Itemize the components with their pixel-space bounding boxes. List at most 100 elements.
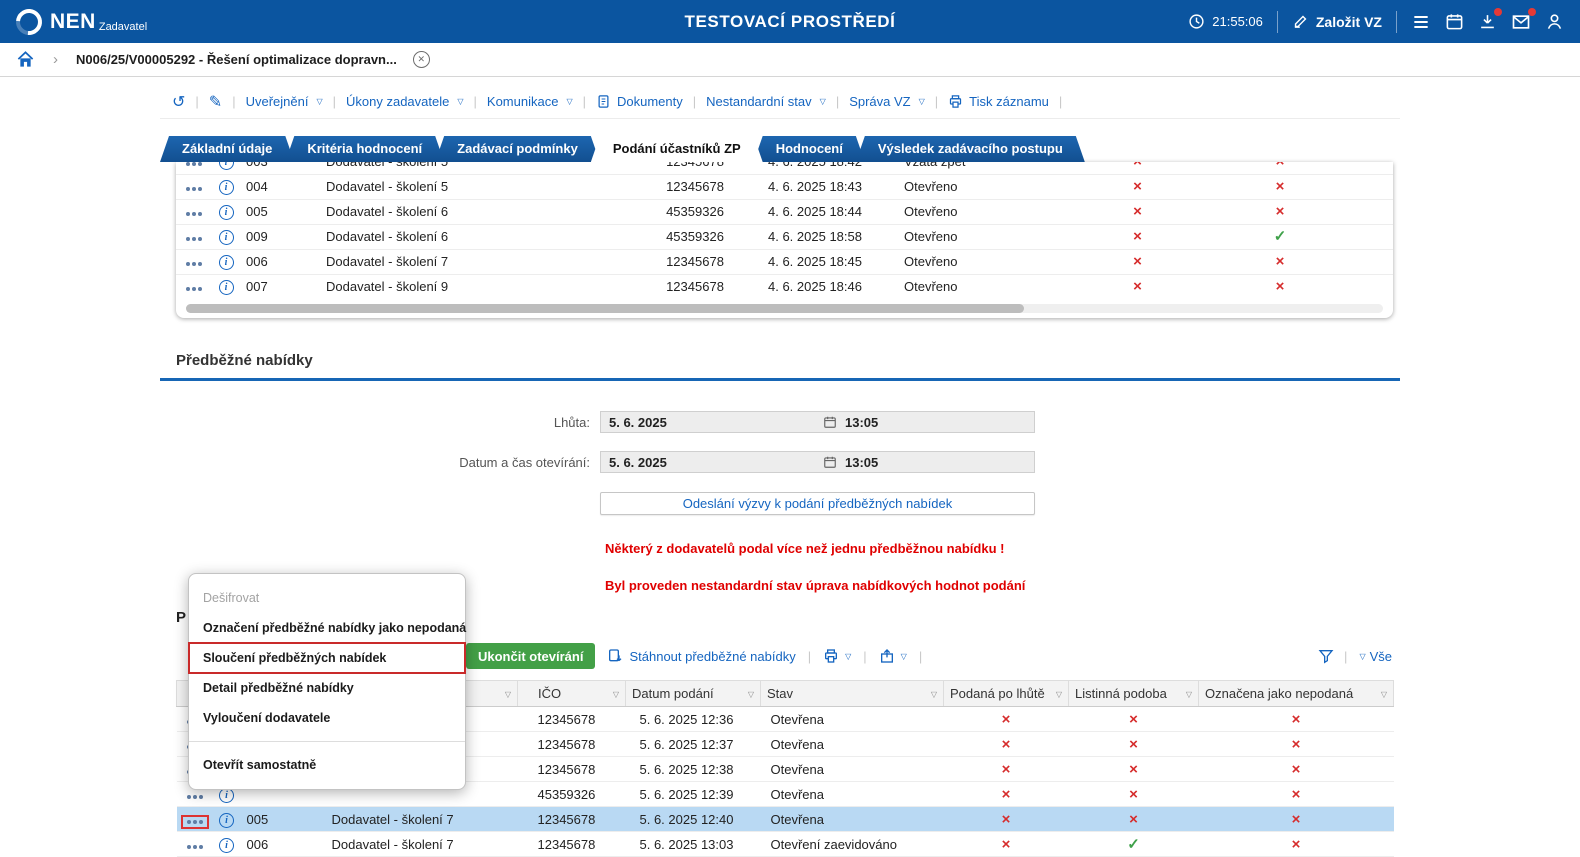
x-mark: × [1292,711,1301,728]
download-prelim-offers-link[interactable]: Stáhnout předběžné nabídky [607,648,795,664]
info-icon[interactable]: i [219,255,234,270]
cell-after-deadline: × [944,782,1069,807]
send-call-button[interactable]: Odeslání výzvy k podání předběžných nabí… [600,492,1035,515]
x-mark: × [1133,178,1142,195]
info-icon[interactable]: i [219,180,234,195]
clock-time: 21:55:06 [1212,14,1263,29]
print-button[interactable]: ▽ [823,648,851,664]
cell-info: i [212,174,240,199]
refresh-icon[interactable]: ↺ [172,92,185,112]
create-vz-button[interactable]: Založit VZ [1292,13,1382,30]
table-row[interactable]: i006Dodavatel - školení 7123456785. 6. 2… [177,832,1394,857]
context-menu-item[interactable]: Detail předběžné nabídky [189,673,465,703]
cell-number: 006 [240,249,320,274]
filter-icon[interactable] [1318,648,1334,664]
toolbar-item[interactable]: Komunikace▽ [487,94,573,109]
column-header[interactable]: Stav▽ [761,681,944,707]
deadline-field[interactable]: 5. 6. 2025 13:05 [600,411,1035,433]
calendar-icon[interactable] [823,415,837,429]
cell-after-deadline: × [944,757,1069,782]
messages-button[interactable] [1511,12,1531,32]
table-row: i006Dodavatel - školení 7123456784. 6. 2… [176,249,1393,274]
chevron-down-icon: ▽ [845,652,851,661]
toolbar-item[interactable]: Uveřejnění▽ [246,94,323,109]
section-title: Předběžné nabídky [160,352,1400,381]
record-toolbar-dynamic: Uveřejnění▽|Úkony zadavatele▽|Komunikace… [246,94,1063,109]
row-menu-icon[interactable] [183,842,207,852]
opening-time-value[interactable]: 13:05 [845,455,878,470]
sort-icon[interactable]: ▽ [931,690,937,699]
sort-icon[interactable]: ▽ [748,690,754,699]
opening-datetime-field[interactable]: 5. 6. 2025 13:05 [600,451,1035,473]
tab[interactable]: Podání účastníků ZP [591,136,763,162]
sort-icon[interactable]: ▽ [1186,690,1192,699]
toolbar-item[interactable]: Tisk záznamu [948,94,1049,109]
sort-icon[interactable]: ▽ [613,690,619,699]
sort-icon[interactable]: ▽ [1381,690,1387,699]
divider: | [1344,649,1347,664]
edit-record-icon[interactable]: ✎ [209,92,222,112]
context-menu-item[interactable]: Sloučení předběžných nabídek [189,643,465,673]
info-icon[interactable]: i [219,813,234,828]
horizontal-scrollbar[interactable] [186,304,1383,313]
column-header[interactable]: Listinná podoba▽ [1069,681,1199,707]
divider: | [583,94,586,109]
export-button[interactable]: ▽ [879,648,907,664]
opening-date-value[interactable]: 5. 6. 2025 [601,455,823,470]
sort-icon[interactable]: ▽ [505,690,511,699]
view-all-selector[interactable]: ▽Vše [1357,649,1392,664]
calendar-icon[interactable] [823,455,837,469]
row-menu-icon[interactable] [182,259,206,269]
row-menu-icon[interactable] [182,209,206,219]
tab[interactable]: Základní údaje [160,136,294,162]
row-menu-icon[interactable] [183,792,207,802]
cell-supplier: Dodavatel - školení 7 [326,832,518,857]
row-menu-icon[interactable] [182,162,206,169]
home-icon[interactable] [16,50,35,69]
row-menu-icon[interactable] [182,284,206,294]
tab[interactable]: Výsledek zadávacího postupu [856,136,1085,162]
toolbar-item[interactable]: Úkony zadavatele▽ [346,94,464,109]
tab[interactable]: Kritéria hodnocení [285,136,444,162]
calendar-button[interactable] [1445,12,1464,31]
info-icon[interactable]: i [219,162,234,170]
profile-button[interactable] [1545,12,1564,31]
context-menu-item[interactable]: Otevřít samostatně [189,748,465,780]
deadline-time-value[interactable]: 13:05 [845,415,878,430]
tab[interactable]: Hodnocení [754,136,865,162]
deadline-date-value[interactable]: 5. 6. 2025 [601,415,823,430]
toolbar-item[interactable]: Správa VZ▽ [849,94,925,109]
row-menu-icon[interactable] [182,234,206,244]
divider: | [195,94,198,109]
info-icon[interactable]: i [219,838,234,853]
cell-ico: 12345678 [518,732,626,757]
column-header[interactable]: Označena jako nepodaná▽ [1199,681,1394,707]
x-mark: × [1133,162,1142,170]
close-icon[interactable]: ✕ [413,51,430,68]
edit-icon [1292,13,1309,30]
column-header[interactable]: IČO▽ [518,681,626,707]
breadcrumb-item[interactable]: N006/25/V00005292 - Řešení optimalizace … [76,52,397,67]
toolbar-item[interactable]: Dokumenty [596,94,683,109]
info-icon[interactable]: i [219,205,234,220]
scrollbar-thumb[interactable] [186,304,1024,313]
row-menu-icon[interactable] [183,817,207,827]
menu-button[interactable] [1411,12,1431,32]
cell-info: i [213,807,241,832]
column-header[interactable]: Datum podání▽ [626,681,761,707]
sort-icon[interactable]: ▽ [1056,690,1062,699]
downloads-button[interactable] [1478,12,1497,31]
finish-opening-button[interactable]: Ukončit otevírání [466,643,595,669]
column-header[interactable]: Podaná po lhůtě▽ [944,681,1069,707]
row-menu-icon[interactable] [182,184,206,194]
info-icon[interactable]: i [219,230,234,245]
divider: | [863,649,866,664]
info-icon[interactable]: i [219,280,234,295]
x-mark: × [1276,278,1285,295]
context-menu-item[interactable]: Označení předběžné nabídky jako nepodaná [189,613,465,643]
context-menu-item[interactable]: Vyloučení dodavatele [189,703,465,733]
chevron-down-icon: ▽ [919,97,925,106]
table-row[interactable]: i005Dodavatel - školení 7123456785. 6. 2… [177,807,1394,832]
tab[interactable]: Zadávací podmínky [435,136,600,162]
toolbar-item[interactable]: Nestandardní stav▽ [706,94,826,109]
